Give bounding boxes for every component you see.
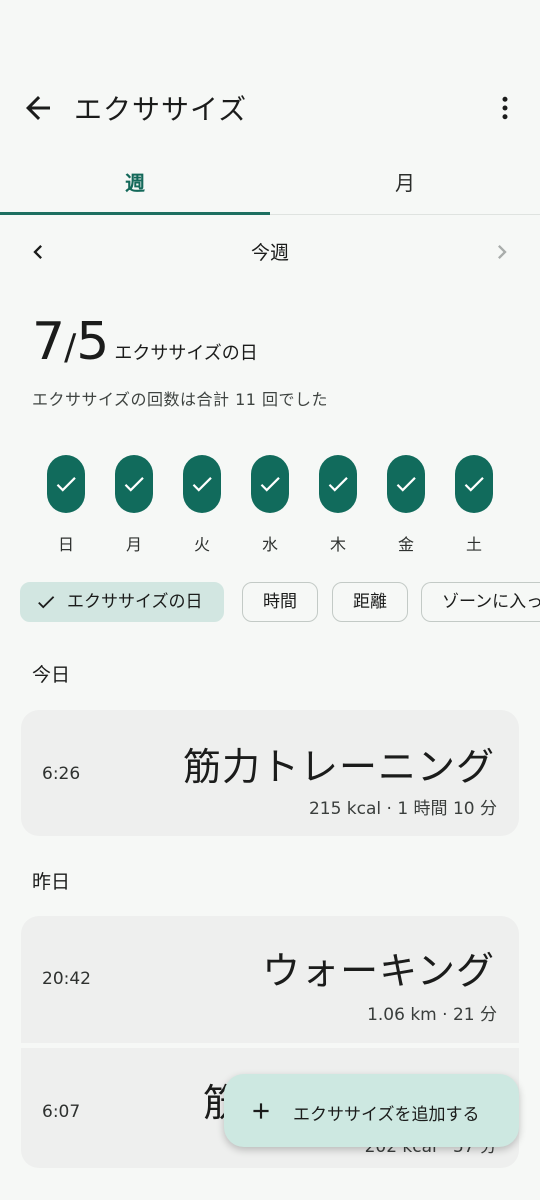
- exercise-card[interactable]: 6:26 筋力トレーニング 215 kcal · 1 時間 10 分: [21, 710, 519, 836]
- check-icon: [396, 477, 416, 492]
- day-done-pill: [115, 455, 153, 513]
- tab-week[interactable]: 週: [0, 152, 270, 214]
- week-days: 日 月 火 水 木 金 土: [0, 455, 540, 565]
- chip-label: ゾーンに入っ: [442, 592, 540, 612]
- weekly-summary: 7/5 エクササイズの日: [32, 312, 258, 372]
- day-done-pill: [319, 455, 357, 513]
- check-icon: [464, 477, 484, 492]
- day-done-pill: [251, 455, 289, 513]
- back-button[interactable]: [20, 90, 56, 126]
- period-tabs: 週 月: [0, 152, 540, 215]
- day-label: 水: [261, 535, 278, 554]
- more-options-button[interactable]: [490, 92, 520, 124]
- chip-label: エクササイズの日: [67, 592, 203, 612]
- day-label: 月: [125, 535, 142, 554]
- day-label: 金: [397, 535, 414, 554]
- day-done-pill: [455, 455, 493, 513]
- days-done-count: 7: [32, 312, 65, 372]
- exercise-time: 6:07: [42, 1102, 81, 1122]
- day-label: 日: [57, 535, 74, 554]
- page-title: エクササイズ: [74, 93, 248, 126]
- day-item[interactable]: 水: [251, 455, 291, 555]
- summary-separator: /: [64, 327, 77, 368]
- day-item[interactable]: 月: [115, 455, 155, 555]
- check-icon: [328, 477, 348, 492]
- section-heading-yesterday: 昨日: [32, 871, 71, 893]
- summary-subtitle: エクササイズの回数は合計 11 回でした: [32, 390, 329, 409]
- chip-label: 時間: [263, 592, 297, 612]
- exercise-time: 20:42: [42, 969, 91, 989]
- check-icon: [38, 596, 55, 609]
- day-item[interactable]: 木: [319, 455, 359, 555]
- day-done-pill: [183, 455, 221, 513]
- tab-month[interactable]: 月: [270, 152, 540, 214]
- day-item[interactable]: 金: [387, 455, 427, 555]
- add-exercise-button[interactable]: エクササイズを追加する: [224, 1074, 519, 1147]
- day-label: 木: [329, 535, 346, 554]
- exercise-title: ウォーキング: [262, 949, 495, 993]
- check-icon: [56, 477, 76, 492]
- exercise-card[interactable]: 20:42 ウォーキング 1.06 km · 21 分: [21, 916, 519, 1043]
- week-navigation: 今週: [0, 230, 540, 274]
- check-icon: [124, 477, 144, 492]
- chip-exercise-days[interactable]: エクササイズの日: [20, 582, 224, 622]
- check-icon: [192, 477, 212, 492]
- chip-distance[interactable]: 距離: [332, 582, 408, 622]
- chip-time[interactable]: 時間: [242, 582, 318, 622]
- day-item[interactable]: 火: [183, 455, 223, 555]
- tab-indicator: [0, 212, 270, 215]
- chip-zone[interactable]: ゾーンに入っ: [421, 582, 540, 622]
- plus-icon: [253, 1103, 269, 1119]
- exercise-time: 6:26: [42, 764, 81, 784]
- add-exercise-label: エクササイズを追加する: [293, 1105, 480, 1125]
- days-goal-count: 5: [76, 312, 109, 372]
- day-label: 土: [465, 535, 482, 554]
- week-label: 今週: [250, 242, 289, 264]
- app-bar: エクササイズ: [0, 78, 540, 138]
- exercise-title: 筋力トレーニング: [182, 745, 495, 789]
- day-item[interactable]: 土: [455, 455, 495, 555]
- more-vert-icon: [502, 96, 508, 120]
- check-icon: [260, 477, 280, 492]
- metric-chips: エクササイズの日 時間 距離 ゾーンに入っ: [20, 582, 540, 624]
- day-done-pill: [47, 455, 85, 513]
- arrow-back-icon: [26, 96, 50, 120]
- chip-label: 距離: [353, 592, 387, 612]
- section-heading-today: 今日: [32, 664, 71, 686]
- chevron-right-icon: [498, 245, 507, 259]
- day-label: 火: [193, 535, 210, 554]
- exercise-meta: 1.06 km · 21 分: [367, 1005, 497, 1025]
- exercise-meta: 215 kcal · 1 時間 10 分: [308, 799, 497, 819]
- day-done-pill: [387, 455, 425, 513]
- day-item[interactable]: 日: [47, 455, 87, 555]
- summary-unit: エクササイズの日: [114, 343, 258, 364]
- next-week-button[interactable]: [488, 238, 516, 266]
